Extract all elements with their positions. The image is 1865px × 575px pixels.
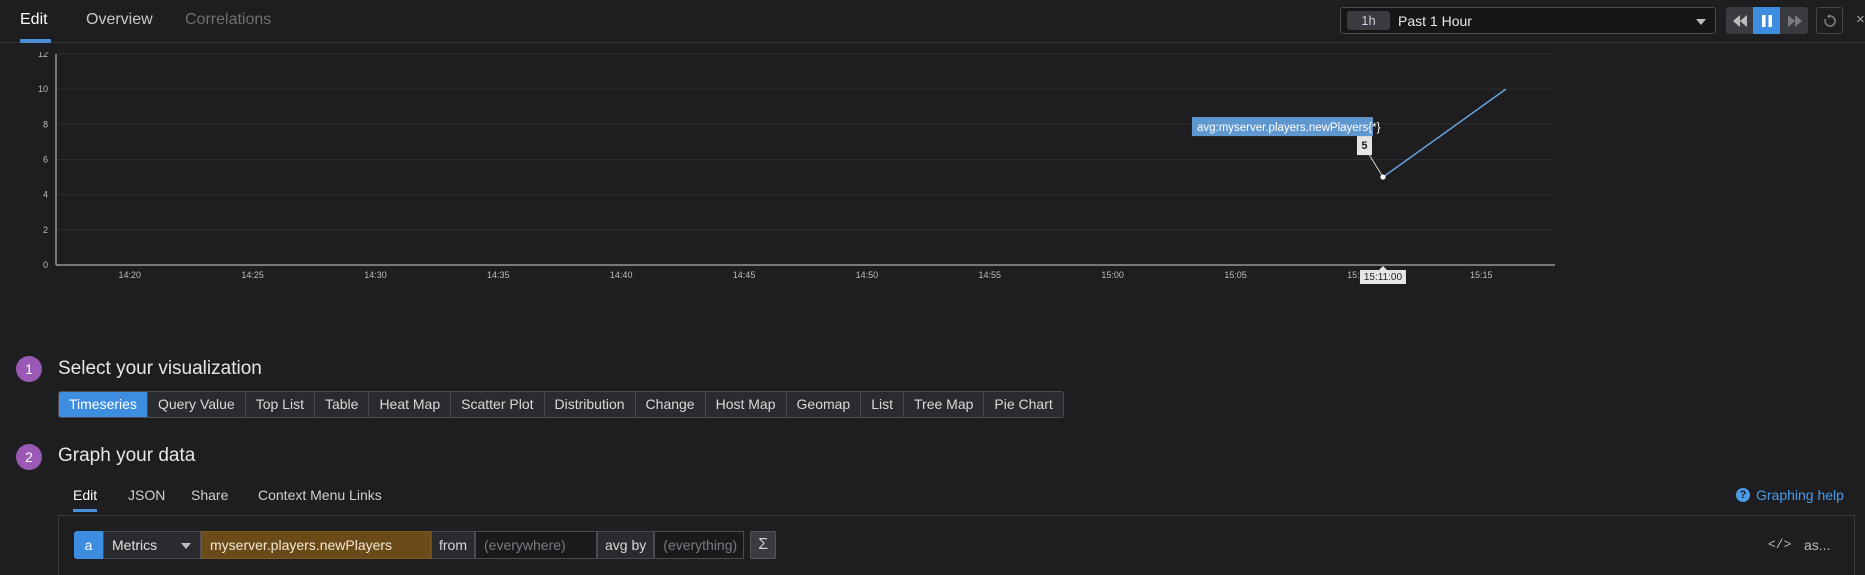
graphing-help-link[interactable]: ? Graphing help — [1736, 487, 1844, 503]
tab-edit-underline — [20, 39, 51, 43]
query-letter-badge[interactable]: a — [74, 531, 103, 559]
metric-input[interactable]: myserver.players.newPlayers — [201, 531, 431, 559]
subtab-json[interactable]: JSON — [128, 487, 165, 503]
step-2-badge: 2 — [16, 444, 42, 470]
hover-point — [1380, 174, 1386, 180]
data-source-value: Metrics — [112, 537, 158, 553]
y-tick-label: 0 — [43, 260, 48, 270]
query-row: a Metrics myserver.players.newPlayers fr… — [74, 531, 777, 559]
viz-option-geomap[interactable]: Geomap — [786, 392, 862, 417]
pause-icon — [1761, 14, 1772, 27]
step-1-badge: 1 — [16, 356, 42, 382]
reset-button[interactable] — [1816, 7, 1843, 34]
timeseries-chart[interactable]: 0 2 4 6 8 10 12 14:20 14:25 14:30 14:35 14:40 14:45 1… — [0, 49, 1865, 344]
viz-option-tree-map[interactable]: Tree Map — [904, 392, 985, 417]
pause-button[interactable] — [1753, 7, 1780, 34]
reset-icon — [1823, 13, 1836, 27]
code-toggle-icon[interactable]: </> — [1768, 537, 1791, 552]
data-source-select[interactable]: Metrics — [103, 531, 201, 559]
viz-option-list[interactable]: List — [861, 392, 905, 417]
viz-option-table[interactable]: Table — [314, 392, 370, 417]
rewind-icon — [1732, 14, 1747, 27]
x-tick-label: 15:00 — [1101, 270, 1124, 280]
fast-forward-icon — [1787, 14, 1802, 27]
x-tick-label: 14:50 — [856, 270, 879, 280]
x-tick-label: 14:35 — [487, 270, 510, 280]
viz-option-pie-chart[interactable]: Pie Chart — [984, 392, 1063, 417]
rewind-button[interactable] — [1726, 7, 1753, 34]
chevron-down-icon — [181, 543, 191, 549]
x-tick-label: 14:45 — [733, 270, 756, 280]
y-tick-label: 12 — [38, 52, 48, 59]
step-2-title: Graph your data — [58, 445, 196, 466]
y-tick-label: 8 — [43, 119, 48, 129]
y-tick-label: 2 — [43, 225, 48, 235]
subtab-edit[interactable]: Edit — [73, 487, 97, 503]
avg-by-input[interactable]: (everything) — [654, 531, 745, 559]
x-tick-label: 15:15 — [1470, 270, 1493, 280]
fast-forward-button[interactable] — [1781, 7, 1808, 34]
viz-option-distribution[interactable]: Distribution — [544, 392, 636, 417]
step-1-title: Select your visualization — [58, 358, 262, 379]
viz-option-heat-map[interactable]: Heat Map — [369, 392, 452, 417]
y-tick-label: 4 — [43, 190, 48, 200]
help-icon: ? — [1736, 488, 1750, 502]
timeframe-short-badge: 1h — [1347, 11, 1390, 30]
x-tick-label: 14:30 — [364, 270, 387, 280]
viz-option-query-value[interactable]: Query Value — [147, 392, 246, 417]
x-tick-label: 14:20 — [118, 270, 141, 280]
top-bar: Edit Overview Correlations 1h Past 1 Hou… — [0, 0, 1865, 43]
x-tick-label: 14:25 — [241, 270, 264, 280]
playback-controls — [1726, 7, 1808, 34]
viz-option-scatter-plot[interactable]: Scatter Plot — [451, 392, 545, 417]
close-icon[interactable]: × — [1856, 11, 1865, 28]
subtab-edit-underline — [73, 509, 97, 512]
from-label: from — [431, 531, 475, 559]
viz-option-timeseries[interactable]: Timeseries — [59, 392, 148, 417]
tooltip-series-name: avg:myserver.players.newPlayers{*} — [1197, 122, 1381, 134]
from-scope-input[interactable]: (everywhere) — [475, 531, 597, 559]
graphing-help-label: Graphing help — [1756, 487, 1844, 503]
alias-button[interactable]: as... — [1804, 537, 1830, 553]
tooltip-value: 5 — [1361, 140, 1367, 152]
avg-by-label: avg by — [597, 531, 655, 559]
subtab-context-menu-links[interactable]: Context Menu Links — [258, 487, 382, 503]
sum-function-button[interactable]: Σ — [750, 531, 777, 559]
timeframe-label: Past 1 Hour — [1398, 13, 1472, 29]
tab-overview[interactable]: Overview — [86, 11, 153, 29]
viz-option-host-map[interactable]: Host Map — [705, 392, 787, 417]
x-tick-label: 15:05 — [1224, 270, 1247, 280]
series-line — [1382, 88, 1507, 178]
x-tick-label: 14:40 — [610, 270, 633, 280]
y-tick-label: 10 — [38, 84, 48, 94]
subtab-share[interactable]: Share — [191, 487, 228, 503]
chart-canvas: 0 2 4 6 8 10 12 14:20 14:25 14:30 14:35 14:40 14:45 1… — [38, 49, 1555, 284]
viz-option-top-list[interactable]: Top List — [245, 392, 315, 417]
viz-option-change[interactable]: Change — [635, 392, 706, 417]
hover-time-label: 15:11:00 — [1364, 272, 1403, 283]
chevron-down-icon — [1696, 19, 1706, 25]
y-tick-label: 6 — [43, 155, 48, 165]
visualization-selector: Timeseries Query Value Top List Table Heat M… — [58, 391, 1064, 418]
hover-time-marker — [1378, 266, 1387, 270]
x-tick-label: 14:55 — [979, 270, 1002, 280]
timeframe-selector[interactable]: 1h Past 1 Hour — [1340, 7, 1716, 34]
tab-correlations[interactable]: Correlations — [185, 11, 271, 29]
tab-edit[interactable]: Edit — [20, 11, 48, 29]
